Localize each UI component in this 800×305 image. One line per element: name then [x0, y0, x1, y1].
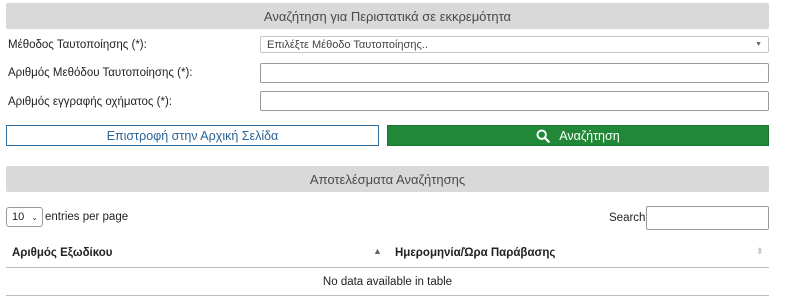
column-header-outgoing-number[interactable]: Αριθμός Εξωδίκου [12, 247, 113, 259]
entries-per-page-label: entries per page [45, 211, 129, 223]
empty-table-message: No data available in table [322, 276, 453, 288]
search-panel-title: Αναζήτηση για Περιστατικά σε εκκρεμότητα [263, 8, 512, 24]
table-empty-row: No data available in table [6, 269, 769, 296]
results-panel-header: Αποτελέσματα Αναζήτησης [6, 166, 769, 192]
back-to-home-button[interactable]: Επιστροφή στην Αρχική Σελίδα [6, 125, 379, 146]
search-panel-header: Αναζήτηση για Περιστατικά σε εκκρεμότητα [6, 3, 769, 29]
chevron-down-icon: ⌄ [31, 212, 38, 222]
identification-method-value: Επιλέξτε Μέθοδο Ταυτοποίησης.. [267, 38, 428, 51]
results-panel-title: Αποτελέσματα Αναζήτησης [309, 171, 466, 187]
vehicle-registration-input[interactable] [260, 91, 769, 111]
column-header-violation-datetime[interactable]: Ημερομηνία/Ώρα Παράβασης [395, 247, 555, 259]
sort-both-icon[interactable]: ⬍ [756, 246, 764, 257]
search-icon [536, 129, 551, 143]
page-length-control: 10 ⌄ entries per page [6, 207, 128, 227]
identification-method-label: Μέθοδος Ταυτοποίησης (*): [8, 39, 147, 51]
table-search-input[interactable] [646, 206, 769, 230]
table-search-label: Search: [609, 212, 649, 224]
results-table-header: Αριθμός Εξωδίκου ▲ Ημερομηνία/Ώρα Παράβα… [6, 240, 769, 268]
identification-method-select[interactable]: Επιλέξτε Μέθοδο Ταυτοποίησης.. ▼ [260, 36, 769, 53]
identification-number-label: Αριθμός Μεθόδου Ταυτοποίησης (*): [8, 67, 193, 79]
back-to-home-label: Επιστροφή στην Αρχική Σελίδα [106, 128, 279, 143]
sort-ascending-icon[interactable]: ▲ [373, 246, 382, 256]
identification-number-input[interactable] [260, 63, 769, 83]
search-button-label: Αναζήτηση [559, 128, 620, 143]
page-length-select[interactable]: 10 ⌄ [6, 207, 43, 227]
page-length-value: 10 [12, 211, 25, 223]
chevron-down-icon: ▼ [755, 41, 762, 48]
vehicle-registration-label: Αριθμός εγγραφής οχήματος (*): [8, 96, 172, 108]
search-button[interactable]: Αναζήτηση [387, 125, 769, 146]
